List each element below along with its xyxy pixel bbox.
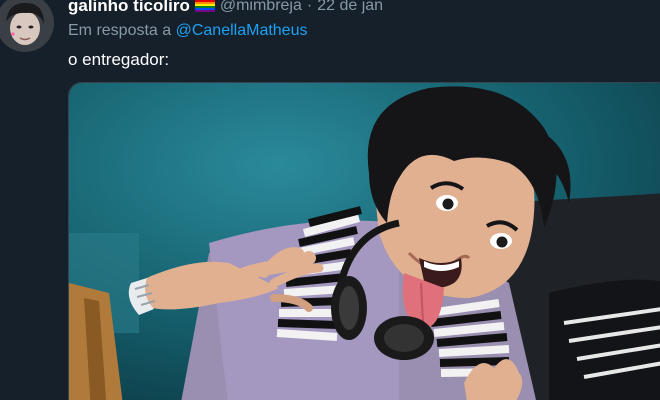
tweet-text: o entregador: (68, 50, 170, 69)
header-separator: · (306, 0, 313, 14)
reply-prefix: Em resposta a (68, 22, 172, 39)
tweet-photo[interactable] (68, 82, 660, 400)
avatar-image (0, 0, 54, 52)
display-name[interactable]: galinho ticoliro (68, 0, 190, 16)
tweet-header: galinho ticoliro @mimbreja · 22 de jan (68, 0, 383, 16)
rainbow-flag-icon (194, 0, 215, 13)
photo-icon (69, 83, 660, 400)
avatar[interactable] (0, 0, 54, 52)
reply-mention-link[interactable]: @CanellaMatheus (176, 22, 308, 39)
tweet[interactable]: galinho ticoliro @mimbreja · 22 de jan E… (0, 0, 660, 400)
tweet-date[interactable]: 22 de jan (317, 0, 383, 15)
reply-context: Em resposta a @CanellaMatheus (68, 22, 307, 40)
user-handle[interactable]: @mimbreja (220, 0, 302, 15)
